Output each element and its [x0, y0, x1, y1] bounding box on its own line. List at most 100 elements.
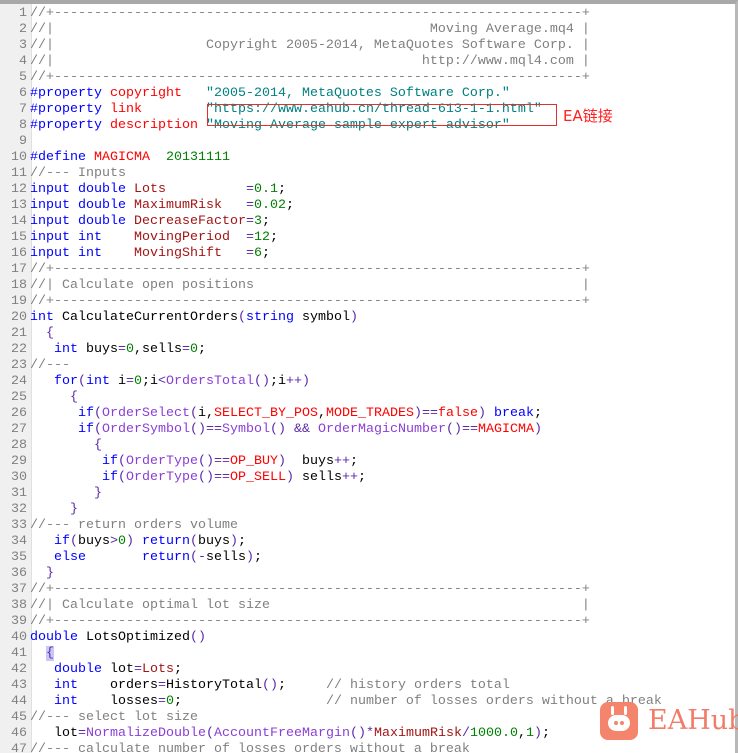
link-annotation-label: EA链接 — [563, 107, 613, 125]
code-line[interactable]: 46 lot=NormalizeDouble(AccountFreeMargin… — [0, 726, 662, 742]
code-line[interactable]: 4//| http://www.mql4.com | — [0, 54, 662, 70]
line-number: 33 — [11, 518, 27, 533]
code-text: //+-------------------------------------… — [30, 294, 590, 310]
code-line[interactable]: 24 for(int i=0;i<OrdersTotal();i++) — [0, 374, 662, 390]
code-token: return — [142, 534, 190, 549]
code-token: 0 — [165, 694, 174, 709]
code-token: sells — [206, 550, 246, 565]
code-token: //+-------------------------------------… — [30, 6, 590, 21]
code-line[interactable]: 27 if(OrderSymbol()==Symbol() && OrderMa… — [0, 422, 662, 438]
code-line[interactable]: 28 { — [0, 438, 662, 454]
code-line[interactable]: 18//| Calculate open positions | — [0, 278, 662, 294]
code-token: ; — [285, 198, 294, 213]
code-line[interactable]: 2//| Moving Average.mq4 | — [0, 22, 662, 38]
code-line[interactable]: 26 if(OrderSelect(i,SELECT_BY_POS,MODE_T… — [0, 406, 662, 422]
code-line[interactable]: 42 double lot=Lots; — [0, 662, 662, 678]
line-number: 32 — [11, 502, 27, 517]
code-text: if(OrderType()==OP_BUY) buys++; — [30, 454, 358, 470]
line-number: 17 — [11, 262, 27, 277]
code-line[interactable]: 15 input int MovingPeriod =12; — [0, 230, 662, 246]
code-line[interactable]: 23//--- — [0, 358, 662, 374]
code-token: ) — [246, 550, 254, 565]
code-token: 1 — [525, 726, 534, 741]
code-line[interactable]: 45//--- select lot size — [0, 710, 662, 726]
code-line[interactable]: 40 double LotsOptimized() — [0, 630, 662, 646]
code-text: //--- calculate number of losses orders … — [30, 742, 470, 753]
code-text: //| Calculate optimal lot size | — [30, 598, 590, 614]
code-token: 0 — [190, 342, 198, 357]
code-line[interactable]: 14 input double DecreaseFactor=3; — [0, 214, 662, 230]
code-token: 6 — [253, 246, 262, 261]
code-line[interactable]: 37//+-----------------------------------… — [0, 582, 662, 598]
code-token: { — [46, 646, 54, 661]
code-line[interactable]: 21 { — [0, 326, 662, 342]
line-number: 1 — [19, 6, 27, 21]
code-line[interactable]: 22 int buys=0,sells=0; — [0, 342, 662, 358]
code-token: double — [78, 214, 126, 229]
code-line[interactable]: 29 if(OrderType()==OP_BUY) buys++; — [0, 454, 662, 470]
code-line[interactable]: 44 int losses=0; // number of losses ord… — [0, 694, 662, 710]
code-line[interactable]: 12 input double Lots =0.1; — [0, 182, 662, 198]
code-text: input int MovingShift =6; — [30, 246, 270, 262]
code-token: ; — [533, 406, 542, 421]
code-line[interactable]: 33//--- return orders volume — [0, 518, 662, 534]
code-token: } — [70, 502, 78, 517]
code-token: ) — [349, 310, 358, 325]
code-token: ( — [78, 374, 86, 389]
line-number: 7 — [19, 102, 27, 117]
code-token: ( — [237, 310, 246, 325]
code-line[interactable]: 25 { — [0, 390, 662, 406]
code-token: MaximumRisk — [134, 198, 222, 213]
code-line[interactable]: 6 #property copyright "2005-2014, MetaQuo… — [0, 86, 662, 102]
code-token: ; — [261, 246, 270, 261]
code-line[interactable]: 36 } — [0, 566, 662, 582]
code-text: #define MAGICMA 20131111 — [30, 150, 230, 166]
code-token: ) — [126, 534, 134, 549]
code-line[interactable]: 1//+------------------------------------… — [0, 6, 662, 22]
line-number: 36 — [11, 566, 27, 581]
code-text: //+-------------------------------------… — [30, 70, 590, 86]
code-editor[interactable]: 1//+------------------------------------… — [0, 0, 738, 753]
code-line[interactable]: 39//+-----------------------------------… — [0, 614, 662, 630]
line-number: 16 — [11, 246, 27, 261]
code-token: //| Calculate optimal lot size | — [30, 598, 590, 613]
code-line[interactable]: 5//+------------------------------------… — [0, 70, 662, 86]
code-line[interactable]: 9 — [0, 134, 662, 150]
code-line[interactable]: 43 int orders=HistoryTotal(); // history… — [0, 678, 662, 694]
code-token: ; — [541, 726, 550, 741]
code-line[interactable]: 31 } — [0, 486, 662, 502]
line-number: 13 — [11, 198, 27, 213]
code-token: ( — [205, 726, 214, 741]
code-line[interactable]: 3//| Copyright 2005-2014, MetaQuotes Sof… — [0, 38, 662, 54]
line-number: 10 — [11, 150, 27, 165]
code-line[interactable]: 16 input int MovingShift =6; — [0, 246, 662, 262]
code-text: { — [30, 646, 54, 662]
code-line[interactable]: 32 } — [0, 502, 662, 518]
code-token: double — [54, 662, 102, 677]
code-line[interactable]: 35 else return(-sells); — [0, 550, 662, 566]
code-text: if(buys>0) return(buys); — [30, 534, 246, 550]
code-line[interactable]: 13 input double MaximumRisk =0.02; — [0, 198, 662, 214]
code-line[interactable]: 11//--- Inputs — [0, 166, 662, 182]
code-line[interactable]: 34 if(buys>0) return(buys); — [0, 534, 662, 550]
code-line[interactable]: 10 #define MAGICMA 20131111 — [0, 150, 662, 166]
code-line[interactable]: 47//--- calculate number of losses order… — [0, 742, 662, 753]
code-line[interactable]: 38//| Calculate optimal lot size | — [0, 598, 662, 614]
code-token: int — [54, 694, 78, 709]
code-line[interactable]: 30 if(OrderType()==OP_SELL) sells++; — [0, 470, 662, 486]
code-token: = — [134, 662, 142, 677]
code-line[interactable]: 41 { — [0, 646, 662, 662]
code-token: ; — [277, 678, 326, 693]
code-line[interactable]: 20 int CalculateCurrentOrders(string symb… — [0, 310, 662, 326]
code-line[interactable]: 17//+-----------------------------------… — [0, 262, 662, 278]
code-line[interactable]: 19//+-----------------------------------… — [0, 294, 662, 310]
